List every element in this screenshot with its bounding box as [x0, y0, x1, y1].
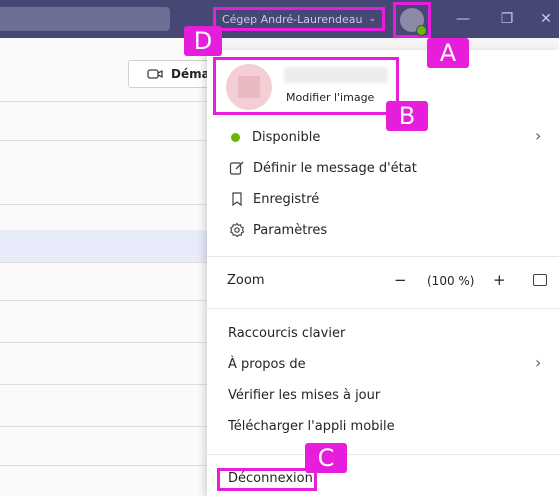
background-divider — [0, 465, 208, 466]
search-box[interactable] — [0, 7, 170, 31]
background-panel — [0, 38, 208, 496]
menu-divider — [207, 256, 559, 257]
highlight-box-b — [213, 57, 399, 115]
close-icon[interactable]: ✕ — [535, 8, 557, 30]
meet-now-label: Déma — [171, 67, 210, 81]
menu-item-check-updates[interactable]: Vérifier les mises à jour — [228, 388, 380, 403]
callout-a: A — [427, 38, 469, 68]
zoom-out-button[interactable]: − — [394, 271, 407, 289]
callout-d: D — [184, 26, 222, 56]
zoom-level: (100 %) — [427, 274, 475, 288]
org-name: Cégep André-Laurendeau — [221, 12, 363, 26]
background-divider — [0, 262, 208, 263]
zoom-in-button[interactable]: + — [493, 271, 506, 289]
maximize-icon[interactable]: ❐ — [496, 8, 518, 30]
background-divider — [0, 204, 208, 205]
menu-item-shortcuts[interactable]: Raccourcis clavier — [228, 326, 345, 341]
org-switcher[interactable]: Cégep André-Laurendeau ⌄ — [213, 7, 385, 31]
profile-avatar-button[interactable] — [393, 2, 431, 38]
menu-item-download-mobile[interactable]: Télécharger l'appli mobile — [228, 419, 395, 434]
background-divider — [0, 426, 208, 427]
chevron-right-icon: › — [535, 353, 542, 372]
menu-item-about[interactable]: À propos de — [228, 357, 306, 372]
chevron-down-icon: ⌄ — [368, 14, 377, 24]
menu-item-set-status-message[interactable]: Définir le message d'état — [229, 160, 417, 176]
fullscreen-icon[interactable] — [533, 274, 547, 286]
set-status-message-label: Définir le message d'état — [253, 160, 417, 176]
menu-item-settings[interactable]: Paramètres — [229, 222, 327, 238]
settings-label: Paramètres — [253, 222, 328, 238]
callout-b: B — [386, 101, 428, 131]
highlight-box-c — [217, 468, 317, 491]
background-divider — [0, 300, 208, 301]
video-camera-icon — [147, 69, 163, 79]
chevron-right-icon: › — [535, 126, 542, 145]
meet-now-button[interactable]: Déma — [128, 60, 218, 88]
status-label: Disponible — [252, 130, 321, 145]
background-divider — [0, 140, 208, 141]
status-available-icon — [231, 133, 240, 142]
status-available-icon — [416, 25, 427, 36]
callout-c: C — [305, 443, 347, 473]
background-divider — [0, 101, 208, 102]
minimize-icon[interactable]: — — [452, 8, 474, 30]
menu-divider — [207, 454, 559, 455]
menu-item-saved[interactable]: Enregistré — [229, 191, 319, 207]
saved-label: Enregistré — [253, 191, 320, 207]
background-divider — [0, 384, 208, 385]
zoom-label: Zoom — [227, 273, 265, 288]
gear-icon — [229, 222, 245, 238]
bookmark-icon — [232, 192, 242, 207]
background-divider — [0, 342, 208, 343]
background-selected-row — [0, 230, 208, 262]
edit-icon — [229, 161, 244, 175]
menu-item-status[interactable]: Disponible — [229, 130, 320, 145]
menu-divider — [207, 308, 559, 309]
